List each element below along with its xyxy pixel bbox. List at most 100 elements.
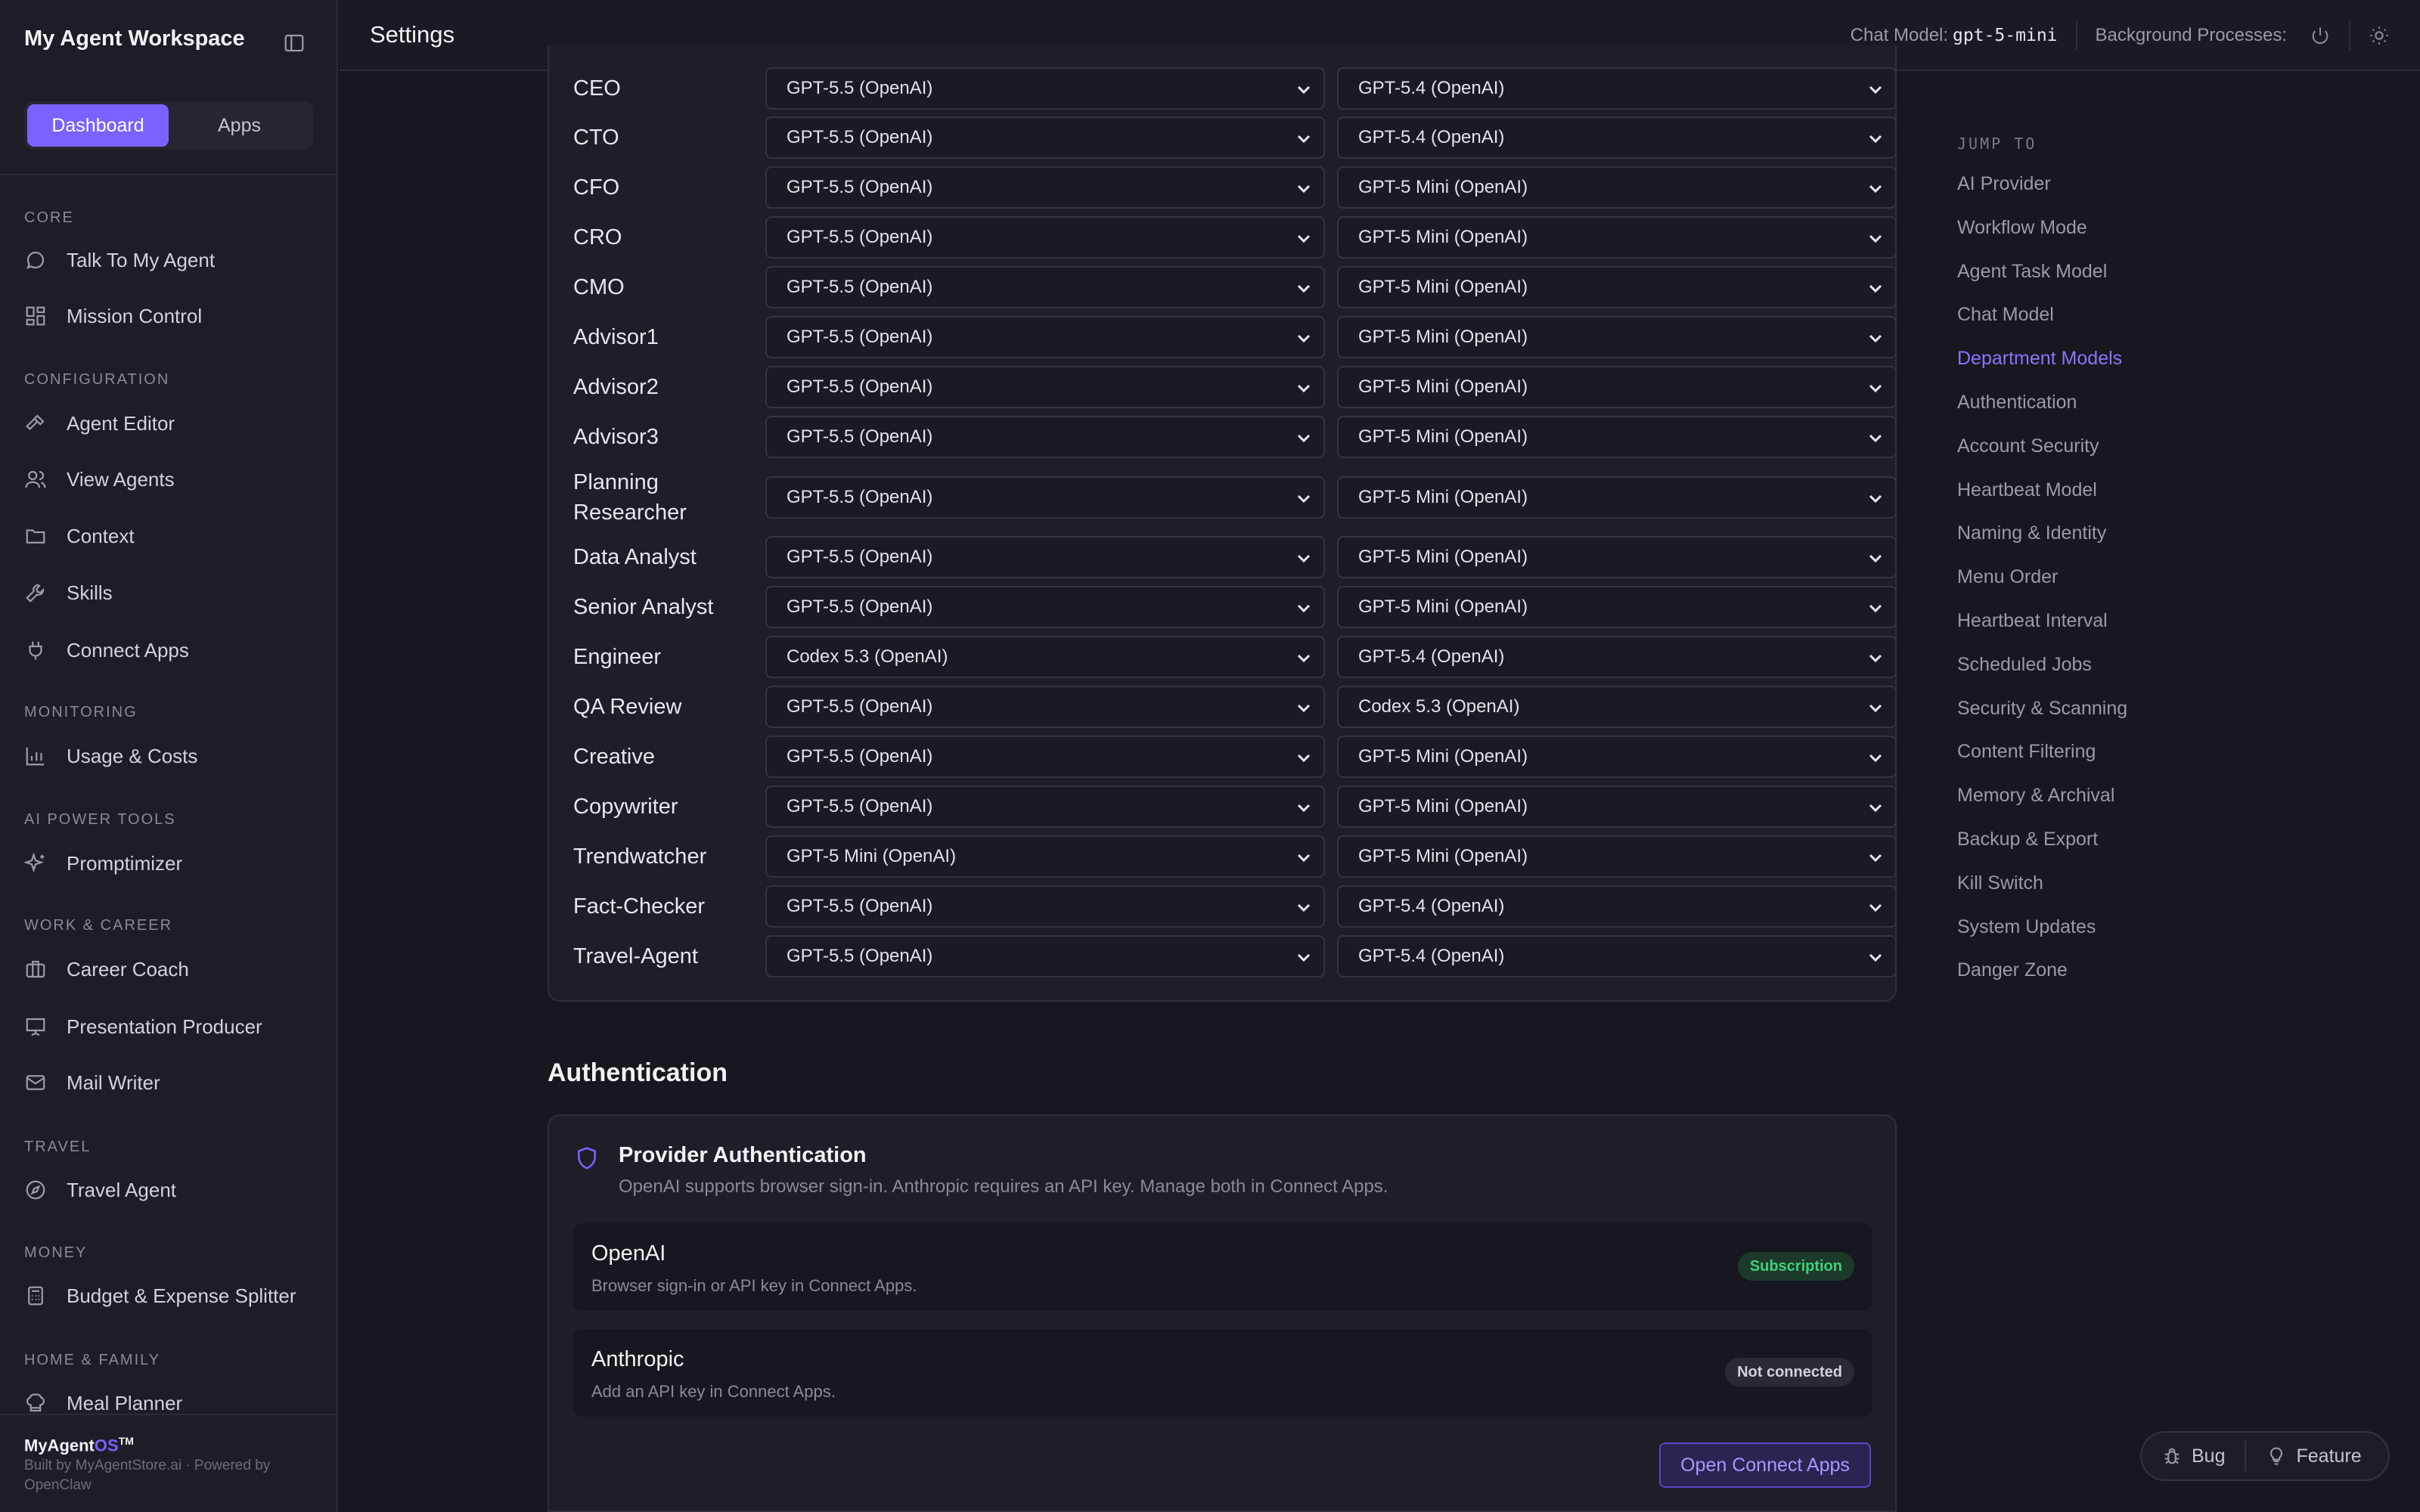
sidebar-toggle-icon[interactable]	[283, 32, 306, 54]
select-value: GPT-5.5 (OpenAI)	[786, 487, 933, 507]
department-row: Advisor3 GPT-5.5 (OpenAI) GPT-5 Mini (Open…	[573, 416, 1897, 458]
sidebar-item-presentation-producer[interactable]: Presentation Producer	[24, 1008, 262, 1046]
primary-model-select[interactable]: GPT-5.5 (OpenAI)	[765, 166, 1325, 209]
tab-apps[interactable]: Apps	[169, 104, 310, 147]
jump-link[interactable]: AI Provider	[1957, 171, 2127, 215]
jump-link[interactable]: Authentication	[1957, 389, 2127, 433]
sun-icon[interactable]	[2369, 25, 2390, 46]
secondary-model-select[interactable]: GPT-5.4 (OpenAI)	[1337, 636, 1897, 678]
sidebar-item-label: Usage & Costs	[67, 744, 198, 767]
sidebar-item-view-agents[interactable]: View Agents	[24, 460, 175, 498]
primary-model-select[interactable]: GPT-5.5 (OpenAI)	[765, 686, 1325, 728]
primary-model-select[interactable]: GPT-5.5 (OpenAI)	[765, 366, 1325, 408]
tab-dashboard[interactable]: Dashboard	[27, 104, 169, 147]
sidebar-item-skills[interactable]: Skills	[24, 574, 113, 612]
select-value: GPT-5.5 (OpenAI)	[786, 596, 933, 617]
chat-model-value[interactable]: gpt-5-mini	[1953, 26, 2057, 45]
sparkles-icon	[24, 852, 47, 875]
select-value: GPT-5 Mini (OpenAI)	[1358, 177, 1528, 197]
primary-model-select[interactable]: GPT-5.5 (OpenAI)	[765, 116, 1325, 159]
sidebar-item-career-coach[interactable]: Career Coach	[24, 950, 189, 988]
jump-link[interactable]: Workflow Mode	[1957, 215, 2127, 259]
bug-label: Bug	[2192, 1445, 2226, 1467]
primary-model-select[interactable]: GPT-5.5 (OpenAI)	[765, 416, 1325, 458]
sidebar-item-mail-writer[interactable]: Mail Writer	[24, 1064, 160, 1101]
primary-model-select[interactable]: GPT-5.5 (OpenAI)	[765, 216, 1325, 259]
brand-credits: Built by MyAgentStore.ai · Powered by Op…	[24, 1458, 271, 1493]
jump-link[interactable]: System Updates	[1957, 914, 2127, 958]
sidebar-item-usage-costs[interactable]: Usage & Costs	[24, 737, 197, 775]
feature-label: Feature	[2296, 1445, 2362, 1467]
sidebar-item-budget-expense-splitter[interactable]: Budget & Expense Splitter	[24, 1277, 296, 1315]
chevron-down-icon	[1295, 379, 1313, 397]
secondary-model-select[interactable]: GPT-5 Mini (OpenAI)	[1337, 835, 1897, 878]
primary-model-select[interactable]: Codex 5.3 (OpenAI)	[765, 636, 1325, 678]
sidebar-item-context[interactable]: Context	[24, 517, 135, 555]
jump-to-heading: JUMP TO	[1957, 135, 2037, 153]
secondary-model-select[interactable]: GPT-5 Mini (OpenAI)	[1337, 316, 1897, 358]
sidebar-item-mission-control[interactable]: Mission Control	[24, 297, 202, 335]
jump-link[interactable]: Heartbeat Model	[1957, 477, 2127, 521]
jump-link[interactable]: Security & Scanning	[1957, 696, 2127, 739]
secondary-model-select[interactable]: GPT-5 Mini (OpenAI)	[1337, 785, 1897, 828]
jump-link[interactable]: Account Security	[1957, 433, 2127, 477]
secondary-model-select[interactable]: GPT-5 Mini (OpenAI)	[1337, 536, 1897, 578]
jump-link[interactable]: Scheduled Jobs	[1957, 652, 2127, 696]
secondary-model-select[interactable]: GPT-5 Mini (OpenAI)	[1337, 266, 1897, 308]
secondary-model-select[interactable]: GPT-5.4 (OpenAI)	[1337, 67, 1897, 110]
jump-link[interactable]: Menu Order	[1957, 564, 2127, 608]
secondary-model-select[interactable]: GPT-5.4 (OpenAI)	[1337, 116, 1897, 159]
primary-model-select[interactable]: GPT-5.5 (OpenAI)	[765, 785, 1325, 828]
primary-model-select[interactable]: GPT-5.5 (OpenAI)	[765, 736, 1325, 778]
sidebar-item-travel-agent[interactable]: Travel Agent	[24, 1171, 176, 1209]
primary-model-select[interactable]: GPT-5.5 (OpenAI)	[765, 266, 1325, 308]
primary-model-select[interactable]: GPT-5 Mini (OpenAI)	[765, 835, 1325, 878]
select-value: GPT-5.5 (OpenAI)	[786, 426, 933, 447]
jump-link[interactable]: Chat Model	[1957, 302, 2127, 345]
jump-link[interactable]: Content Filtering	[1957, 739, 2127, 782]
secondary-model-select[interactable]: GPT-5 Mini (OpenAI)	[1337, 366, 1897, 408]
secondary-model-select[interactable]: Codex 5.3 (OpenAI)	[1337, 686, 1897, 728]
jump-link[interactable]: Memory & Archival	[1957, 782, 2127, 826]
secondary-model-select[interactable]: GPT-5.4 (OpenAI)	[1337, 935, 1897, 978]
primary-model-select[interactable]: GPT-5.5 (OpenAI)	[765, 67, 1325, 110]
open-connect-apps-button[interactable]: Open Connect Apps	[1659, 1442, 1871, 1488]
jump-link[interactable]: Backup & Export	[1957, 826, 2127, 870]
jump-link[interactable]: Danger Zone	[1957, 957, 2127, 1001]
bug-report-button[interactable]: Bug	[2142, 1433, 2245, 1479]
sidebar-item-agent-editor[interactable]: Agent Editor	[24, 404, 175, 442]
bar-chart-icon	[24, 745, 47, 767]
sidebar-item-promptimizer[interactable]: Promptimizer	[24, 844, 182, 882]
primary-model-select[interactable]: GPT-5.5 (OpenAI)	[765, 316, 1325, 358]
primary-model-select[interactable]: GPT-5.5 (OpenAI)	[765, 586, 1325, 628]
secondary-model-select[interactable]: GPT-5 Mini (OpenAI)	[1337, 586, 1897, 628]
secondary-model-select[interactable]: GPT-5.4 (OpenAI)	[1337, 885, 1897, 928]
secondary-model-select[interactable]: GPT-5 Mini (OpenAI)	[1337, 736, 1897, 778]
secondary-model-select[interactable]: GPT-5 Mini (OpenAI)	[1337, 166, 1897, 209]
sidebar-item-connect-apps[interactable]: Connect Apps	[24, 631, 189, 669]
secondary-model-select[interactable]: GPT-5 Mini (OpenAI)	[1337, 216, 1897, 259]
chevron-down-icon	[1866, 748, 1885, 767]
secondary-model-select[interactable]: GPT-5 Mini (OpenAI)	[1337, 476, 1897, 519]
chevron-down-icon	[1866, 798, 1885, 816]
provider-authentication-card: Provider Authentication OpenAI supports …	[548, 1114, 1897, 1512]
primary-model-select[interactable]: GPT-5.5 (OpenAI)	[765, 935, 1325, 978]
primary-model-select[interactable]: GPT-5.5 (OpenAI)	[765, 476, 1325, 519]
jump-link[interactable]: Naming & Identity	[1957, 520, 2127, 564]
chevron-down-icon	[1866, 379, 1885, 397]
primary-model-select[interactable]: GPT-5.5 (OpenAI)	[765, 885, 1325, 928]
primary-model-select[interactable]: GPT-5.5 (OpenAI)	[765, 536, 1325, 578]
jump-link[interactable]: Agent Task Model	[1957, 259, 2127, 302]
jump-link[interactable]: Department Models	[1957, 345, 2127, 389]
provider-auth-title: Provider Authentication	[619, 1143, 867, 1167]
power-icon[interactable]	[2310, 25, 2331, 46]
chevron-down-icon	[1866, 229, 1885, 247]
feature-request-button[interactable]: Feature	[2246, 1433, 2381, 1479]
jump-link[interactable]: Kill Switch	[1957, 870, 2127, 914]
secondary-model-select[interactable]: GPT-5 Mini (OpenAI)	[1337, 416, 1897, 458]
department-name: Travel-Agent	[573, 944, 698, 968]
jump-link[interactable]: Heartbeat Interval	[1957, 608, 2127, 652]
provider-auth-description: OpenAI supports browser sign-in. Anthrop…	[619, 1176, 1388, 1197]
sidebar-item-talk-to-my-agent[interactable]: Talk To My Agent	[24, 241, 215, 279]
chevron-down-icon	[1866, 279, 1885, 297]
